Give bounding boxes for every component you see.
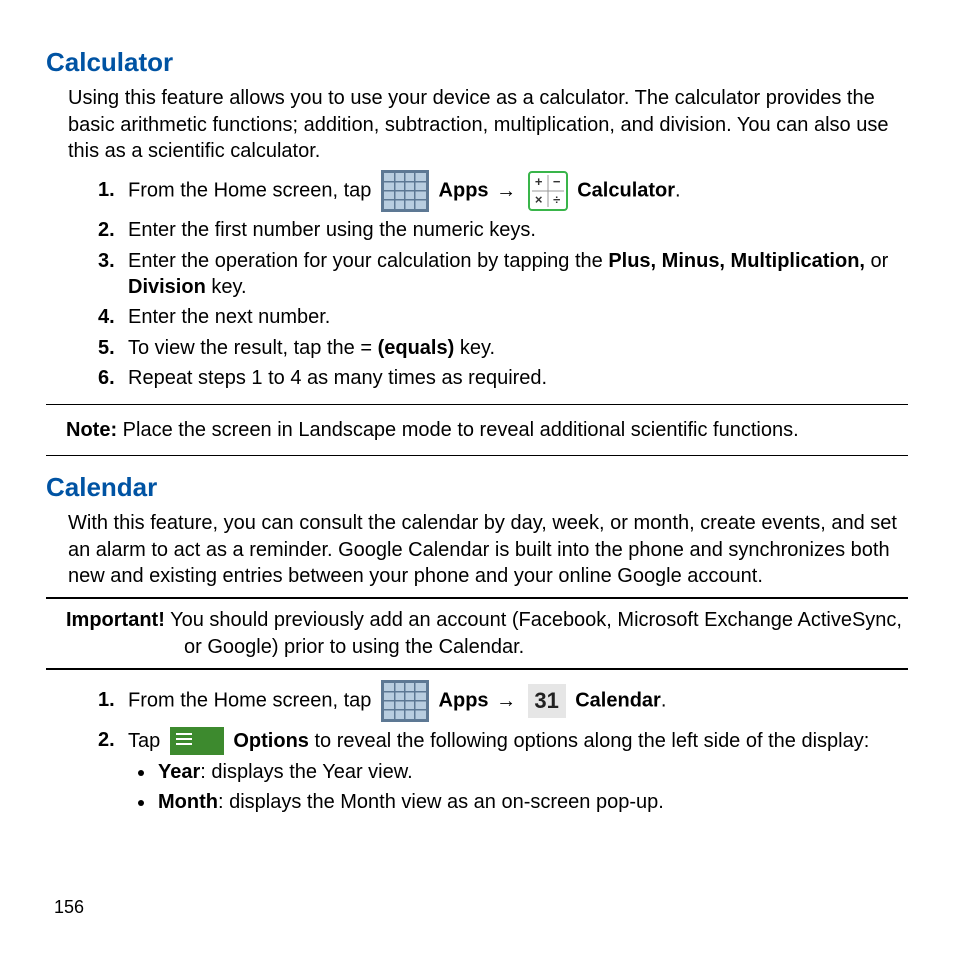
calendar-heading: Calendar [46, 470, 908, 504]
menu-options-icon [170, 727, 224, 755]
step-text: or [865, 250, 888, 272]
calculator-steps: 1. From the Home screen, tap Apps → +−×÷… [98, 168, 908, 391]
bullet-label: Month [158, 791, 218, 813]
step-text-end: . [675, 180, 681, 202]
step-text-end: . [661, 690, 667, 712]
options-label: Options [233, 730, 309, 752]
step-number: 1. [98, 168, 115, 212]
division-bold: Division [128, 276, 206, 298]
calendar-label: Calendar [575, 690, 661, 712]
bullet-label: Year [158, 761, 200, 783]
note-label: Note: [66, 419, 117, 441]
step-text: To view the result, tap the = [128, 337, 378, 359]
step-text: to reveal the following options along th… [309, 730, 869, 752]
equals-bold: (equals) [378, 337, 455, 359]
apps-label: Apps [439, 180, 489, 202]
calculator-note: Note: Place the screen in Landscape mode… [66, 417, 908, 443]
page-number: 156 [54, 897, 84, 918]
step-text: Enter the first number using the numeric… [128, 219, 536, 241]
step-number: 1. [98, 678, 115, 722]
step-text: Tap [128, 730, 166, 752]
step-text: Enter the next number. [128, 306, 330, 328]
step-number: 4. [98, 304, 115, 330]
operations-bold: Plus, Minus, Multiplication, [608, 250, 865, 272]
step-text: key. [206, 276, 247, 298]
arrow-icon: → [494, 690, 524, 712]
calculator-label: Calculator [577, 180, 675, 202]
calculator-intro: Using this feature allows you to use you… [68, 85, 908, 164]
calendar-important: Important! You should previously add an … [66, 607, 908, 660]
bullet-month: Month: displays the Month view as an on-… [156, 789, 908, 815]
step-text: Enter the operation for your calculation… [128, 250, 608, 272]
calendar-app-icon: 31 [528, 684, 566, 718]
apps-grid-icon [381, 680, 429, 722]
apps-label: Apps [439, 690, 489, 712]
step-number: 5. [98, 335, 115, 361]
step-number: 2. [98, 727, 115, 753]
important-text: You should previously add an account (Fa… [165, 609, 902, 657]
calendar-intro: With this feature, you can consult the c… [68, 510, 908, 589]
options-bullets: Year: displays the Year view. Month: dis… [156, 759, 908, 816]
step-number: 6. [98, 365, 115, 391]
step-text: key. [454, 337, 495, 359]
important-label: Important! [66, 609, 165, 631]
step-number: 3. [98, 248, 115, 274]
note-text: Place the screen in Landscape mode to re… [117, 419, 799, 441]
bullet-year: Year: displays the Year view. [156, 759, 908, 785]
calendar-steps: 1. From the Home screen, tap Apps → 31 C… [98, 678, 908, 816]
divider [46, 455, 908, 456]
step-text: Repeat steps 1 to 4 as many times as req… [128, 367, 547, 389]
bullet-text: : displays the Year view. [200, 761, 412, 783]
calculator-app-icon: +−×÷ [528, 171, 568, 211]
apps-grid-icon [381, 170, 429, 212]
step-text: From the Home screen, tap [128, 690, 377, 712]
divider-thick [46, 668, 908, 670]
step-text: From the Home screen, tap [128, 180, 377, 202]
bullet-text: : displays the Month view as an on-scree… [218, 791, 664, 813]
arrow-icon: → [494, 180, 524, 202]
calculator-heading: Calculator [46, 45, 908, 79]
divider [46, 404, 908, 405]
divider-thick [46, 597, 908, 599]
step-number: 2. [98, 217, 115, 243]
